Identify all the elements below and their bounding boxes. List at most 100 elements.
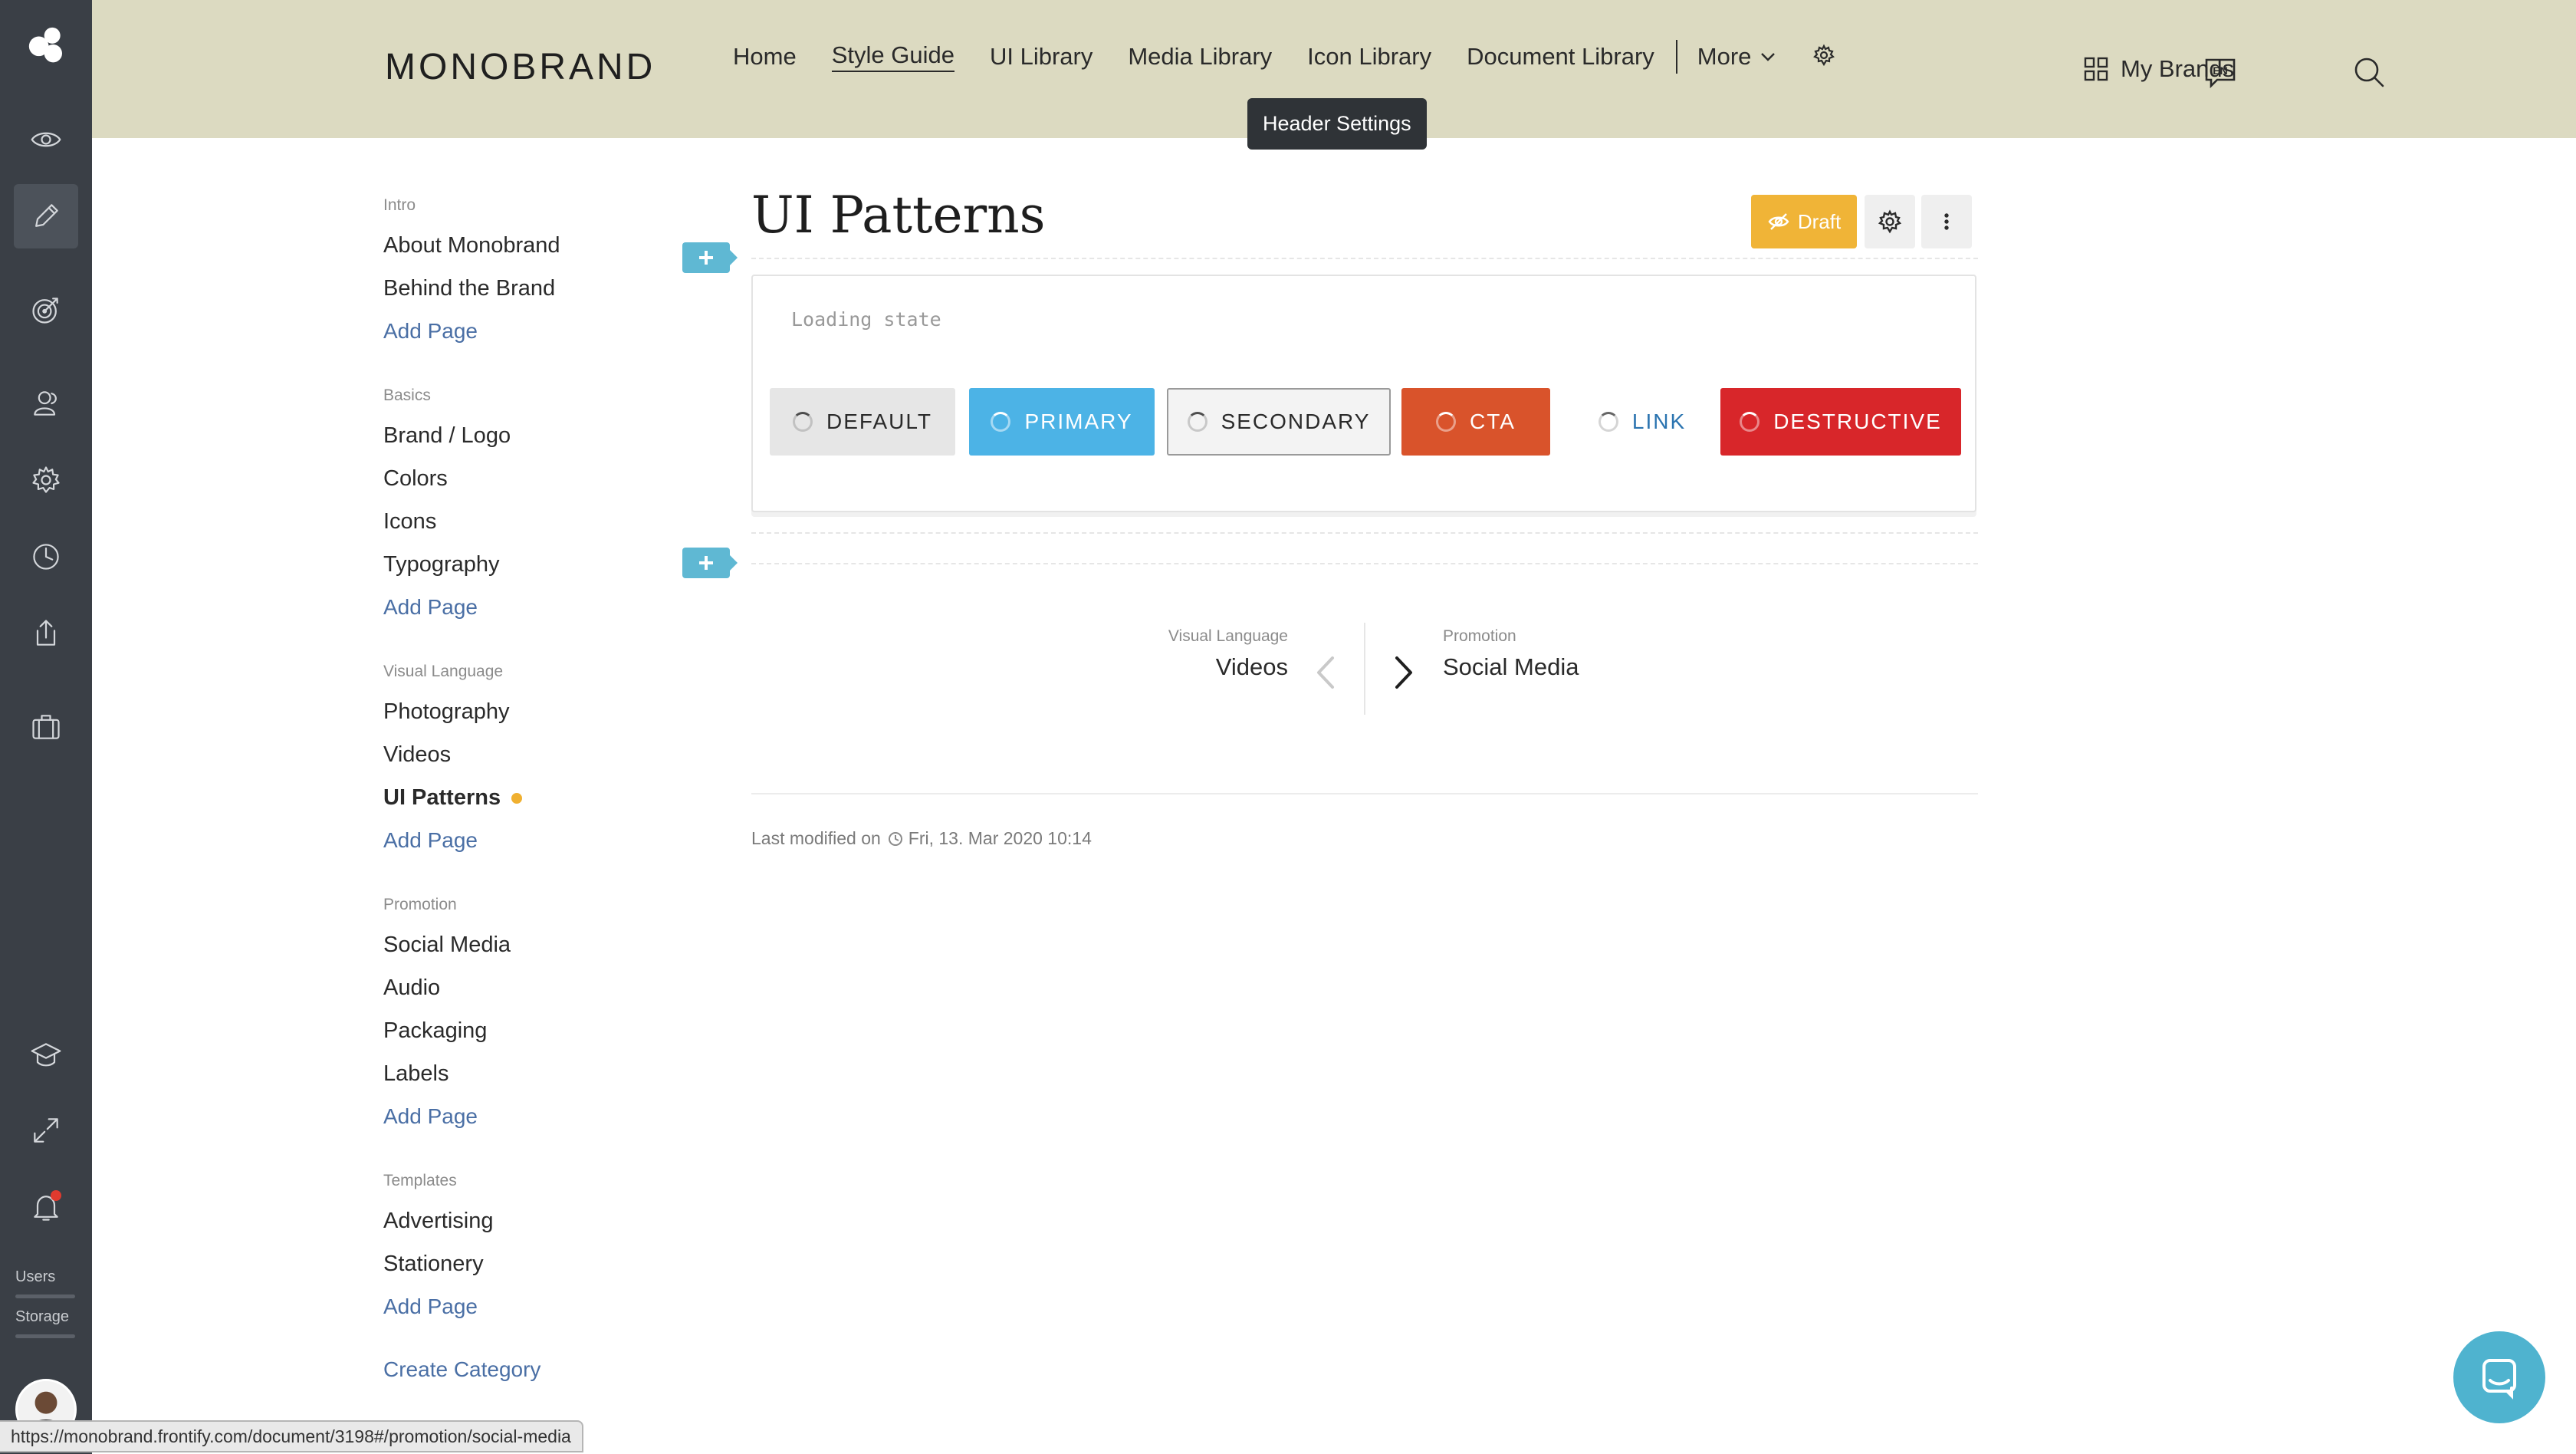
add-page-link[interactable]: Add Page	[383, 1103, 659, 1146]
page-link-active[interactable]: UI Patterns	[383, 784, 659, 827]
page-link[interactable]: Brand / Logo	[383, 422, 659, 465]
bell-icon[interactable]	[14, 1175, 78, 1239]
category-label: Intro	[383, 196, 416, 214]
nav-group-basics: Basics Brand / Logo Colors Icons Typogra…	[383, 387, 659, 637]
briefcase-icon[interactable]	[14, 695, 78, 759]
previous-page: Videos	[1215, 653, 1288, 680]
chevron-right-icon[interactable]	[1389, 653, 1420, 692]
footer-divider	[751, 793, 1978, 794]
spinner-icon	[1740, 412, 1760, 432]
page-link[interactable]: Audio	[383, 974, 659, 1017]
plus-icon	[699, 251, 713, 265]
target-icon[interactable]	[14, 278, 78, 342]
add-page-link[interactable]: Add Page	[383, 827, 659, 870]
block-title[interactable]: Loading state	[791, 308, 941, 331]
pencil-icon[interactable]	[14, 184, 78, 248]
cta-button[interactable]: CTA	[1401, 388, 1550, 456]
support-chat-button[interactable]	[2453, 1331, 2545, 1423]
page-link[interactable]: Packaging	[383, 1017, 659, 1060]
next-page-link[interactable]: Promotion Social Media	[1443, 627, 1579, 681]
header-settings-tooltip: Header Settings	[1247, 98, 1427, 150]
add-block-button[interactable]	[682, 548, 738, 578]
language-chat-icon[interactable]: EN	[2202, 54, 2239, 90]
nav-icon-library[interactable]: Icon Library	[1307, 43, 1431, 71]
next-page: Social Media	[1443, 653, 1579, 680]
expand-icon[interactable]	[14, 1098, 78, 1163]
gear-icon[interactable]	[14, 448, 78, 512]
spinner-icon	[793, 412, 813, 432]
storage-quota-bar	[15, 1334, 75, 1338]
add-page-link[interactable]: Add Page	[383, 1293, 659, 1336]
pager-divider	[1364, 623, 1365, 715]
page-link[interactable]: Behind the Brand	[383, 275, 659, 317]
button-label: DEFAULT	[826, 410, 932, 433]
add-block-button[interactable]	[682, 242, 738, 273]
create-category-link[interactable]: Create Category	[383, 1357, 659, 1382]
page-navigation: Intro About Monobrand Behind the Brand A…	[383, 196, 659, 1382]
nav-document-library[interactable]: Document Library	[1467, 43, 1654, 71]
button-label: LINK	[1631, 410, 1687, 433]
page-link[interactable]: Advertising	[383, 1207, 659, 1250]
next-category: Promotion	[1443, 627, 1516, 645]
draft-label: Draft	[1797, 209, 1842, 233]
nav-group-intro: Intro About Monobrand Behind the Brand A…	[383, 196, 659, 360]
block-divider	[751, 563, 1978, 564]
nav-more-label: More	[1697, 43, 1752, 70]
spinner-icon	[1598, 412, 1618, 432]
page-link[interactable]: Photography	[383, 698, 659, 741]
language-badge: EN	[2213, 64, 2227, 77]
vertical-dots-icon	[1944, 213, 1949, 230]
header-settings-gear-icon[interactable]	[1812, 44, 1835, 71]
add-page-link[interactable]: Add Page	[383, 594, 659, 637]
more-options-button[interactable]	[1921, 195, 1972, 248]
last-modified: Last modified on Fri, 13. Mar 2020 10:14	[751, 828, 1092, 849]
page-link[interactable]: Icons	[383, 508, 659, 551]
users-icon[interactable]	[14, 371, 78, 436]
previous-page-link[interactable]: Visual Language Videos	[1168, 627, 1288, 681]
users-quota-label: Users	[15, 1268, 56, 1285]
page-link[interactable]: Typography	[383, 551, 659, 594]
nav-style-guide[interactable]: Style Guide	[831, 41, 955, 72]
app-rail: Users Storage	[0, 0, 92, 1454]
clock-icon	[888, 831, 902, 846]
nav-media-library[interactable]: Media Library	[1128, 43, 1272, 71]
page-link[interactable]: Colors	[383, 465, 659, 508]
page-link[interactable]: Labels	[383, 1060, 659, 1103]
share-icon[interactable]	[14, 601, 78, 666]
search-icon[interactable]	[2351, 54, 2387, 90]
secondary-button[interactable]: SECONDARY	[1167, 388, 1391, 456]
draft-status-dot	[511, 793, 523, 804]
default-button[interactable]: DEFAULT	[770, 388, 955, 456]
spinner-icon	[991, 412, 1011, 432]
link-button[interactable]: LINK	[1566, 388, 1719, 456]
clock-icon[interactable]	[14, 525, 78, 589]
category-label: Basics	[383, 387, 431, 404]
spinner-icon	[1187, 412, 1208, 432]
page-link[interactable]: About Monobrand	[383, 232, 659, 275]
draft-button[interactable]: Draft	[1751, 195, 1857, 248]
button-label: CTA	[1470, 410, 1516, 433]
add-page-link[interactable]: Add Page	[383, 317, 659, 360]
nav-more[interactable]: More	[1697, 43, 1778, 71]
page-link[interactable]: Social Media	[383, 931, 659, 974]
button-label: DESTRUCTIVE	[1773, 410, 1942, 433]
button-label: PRIMARY	[1024, 410, 1133, 433]
plus-icon	[699, 556, 713, 570]
frontify-logo-icon[interactable]	[14, 12, 78, 77]
primary-button[interactable]: PRIMARY	[969, 388, 1155, 456]
graduation-cap-icon[interactable]	[14, 1023, 78, 1087]
chevron-left-icon[interactable]	[1309, 653, 1340, 692]
gear-icon	[1878, 209, 1902, 234]
page-link[interactable]: Stationery	[383, 1250, 659, 1293]
nav-home[interactable]: Home	[733, 43, 797, 71]
page-title[interactable]: UI Patterns	[751, 186, 1046, 245]
brand-logo[interactable]: MONOBRAND	[385, 46, 656, 88]
destructive-button[interactable]: DESTRUCTIVE	[1720, 388, 1961, 456]
page-settings-button[interactable]	[1865, 195, 1915, 248]
users-quota-bar	[15, 1294, 75, 1298]
eye-icon[interactable]	[14, 107, 78, 172]
browser-status-url: https://monobrand.frontify.com/document/…	[0, 1420, 583, 1452]
loading-state-block[interactable]: Loading state DEFAULT PRIMARY SECONDARY …	[751, 275, 1976, 512]
nav-ui-library[interactable]: UI Library	[990, 43, 1092, 71]
page-link[interactable]: Videos	[383, 741, 659, 784]
